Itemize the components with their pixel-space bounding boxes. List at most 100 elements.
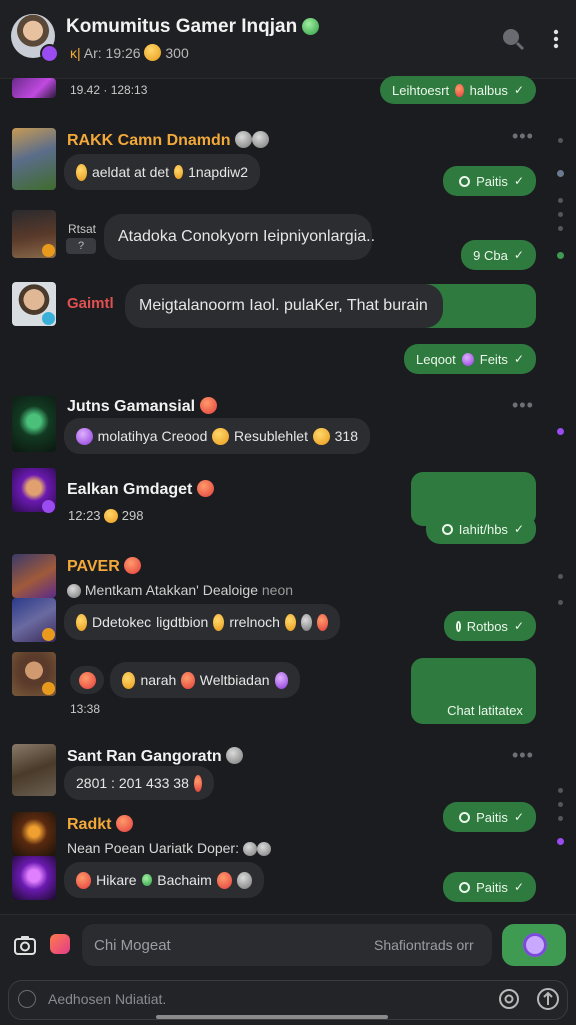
emoji-icon <box>312 427 330 445</box>
emoji-icon <box>67 584 81 598</box>
scan-icon[interactable] <box>498 988 520 1010</box>
online-badge <box>40 44 59 63</box>
home-indicator <box>156 1015 388 1019</box>
message-time: 13:38 <box>70 702 101 716</box>
online-badge <box>42 500 55 513</box>
scroll-indicator <box>558 198 563 203</box>
reply-bubble: Paitis ✓ <box>443 802 536 832</box>
heart-icon <box>78 671 96 689</box>
reply-bubble: Chat latitatex <box>434 696 536 724</box>
send-avatar-icon <box>523 933 547 957</box>
emoji-icon <box>316 613 328 631</box>
message-menu-icon[interactable]: ••• <box>512 126 534 147</box>
search-icon[interactable] <box>501 27 525 51</box>
emoji-icon <box>76 871 92 889</box>
globe-icon <box>302 18 320 35</box>
read-check-icon: ✓ <box>513 810 524 824</box>
sender-name: Rtsat <box>68 222 97 236</box>
emoji-icon <box>181 671 195 689</box>
status-icon <box>456 620 461 632</box>
scroll-indicator <box>557 428 564 435</box>
avatar[interactable] <box>12 856 56 900</box>
emoji-icon <box>256 842 271 856</box>
emoji-icon <box>124 557 142 574</box>
avatar[interactable] <box>12 128 56 190</box>
emoji-icon <box>274 671 289 689</box>
reply-bubble: Rotbos ✓ <box>444 611 536 641</box>
sender-subtitle: Nean Poean Uariatk Doper: <box>67 840 271 856</box>
smile-emoji-icon <box>144 44 162 61</box>
read-check-icon: ✓ <box>513 352 524 366</box>
sender-name: Jutns Gamansial <box>67 397 217 416</box>
status-icon <box>441 523 453 535</box>
emoji-icon <box>76 613 88 631</box>
upload-icon[interactable] <box>536 987 560 1011</box>
sender-name: PAVER <box>67 557 142 576</box>
sender-name: Radkt <box>67 815 133 834</box>
avatar[interactable] <box>12 812 56 856</box>
read-check-icon: ✓ <box>513 83 524 97</box>
scroll-indicator <box>558 802 563 807</box>
chat-header <box>0 0 576 79</box>
message-bubble: narah Weltbiadan <box>110 662 300 698</box>
emoji-icon <box>196 480 214 497</box>
status-icon <box>461 352 474 366</box>
online-badge <box>42 682 55 695</box>
message-bubble: Hikare Bachaim <box>64 862 264 898</box>
scroll-indicator <box>558 212 563 217</box>
emoji-icon <box>141 874 153 886</box>
emoji-icon <box>300 613 312 631</box>
emoji-icon <box>76 163 87 181</box>
scroll-indicator <box>558 816 563 821</box>
emoji-icon <box>193 774 202 792</box>
read-check-icon: ✓ <box>513 248 524 262</box>
avatar[interactable] <box>12 78 56 98</box>
reaction-icon <box>455 83 464 97</box>
scroll-indicator <box>558 788 563 793</box>
message-menu-icon[interactable]: ••• <box>512 745 534 766</box>
plus-icon[interactable] <box>18 990 36 1008</box>
reply-bubble: Paitis ✓ <box>443 872 536 902</box>
scroll-indicator <box>558 226 563 231</box>
emoji-icon <box>284 613 296 631</box>
message-bubble: Ddetokec ligdtbion rrelnoch <box>64 604 340 640</box>
message-bubble: 2801 : 201 433 38 <box>64 766 214 800</box>
badge-icon <box>252 131 270 148</box>
message-menu-icon[interactable]: ••• <box>512 395 534 416</box>
status-icon <box>459 881 471 893</box>
reply-bubble: Paitis ✓ <box>443 166 536 196</box>
message-time: 12:23 298 <box>68 508 144 523</box>
online-badge <box>42 628 55 641</box>
message-bubble: aeldat at det 1napdiw2 <box>64 154 260 190</box>
message-bubble: Meigtalanoorm Iaol. pulaKer, That burain <box>125 284 443 328</box>
emoji-icon <box>199 397 217 414</box>
badge-icon <box>235 131 253 148</box>
sticker-icon[interactable] <box>50 934 70 954</box>
camera-icon[interactable] <box>14 935 36 955</box>
globe-icon <box>226 747 244 764</box>
scroll-indicator <box>557 170 564 177</box>
message-bubble: molatihya Creood Resublehlet 318 <box>64 418 370 454</box>
emoji-icon <box>174 165 184 179</box>
avatar[interactable] <box>12 744 56 796</box>
emoji-icon <box>213 613 225 631</box>
emoji-icon <box>76 427 93 445</box>
read-check-icon: ✓ <box>513 619 524 633</box>
reply-bubble: Iahit/hbs ✓ <box>426 514 536 544</box>
emoji-icon <box>212 427 230 445</box>
status-icon <box>459 175 471 187</box>
scroll-indicator <box>557 252 564 259</box>
status-icon <box>459 811 471 823</box>
search-input[interactable]: Aedhosen Ndiatiat. <box>48 991 166 1007</box>
more-vert-icon[interactable] <box>550 28 562 50</box>
sender-name: Ealkan Gmdaget <box>67 480 214 499</box>
message-time: 19.42 · 128:13 <box>70 83 148 97</box>
emoji-icon <box>122 671 136 689</box>
avatar[interactable] <box>12 554 56 598</box>
reaction-icon <box>70 666 104 694</box>
scroll-indicator <box>557 838 564 845</box>
reply-bubble: Leqoot Feits ✓ <box>404 344 536 374</box>
avatar[interactable] <box>12 396 56 452</box>
input-hint: Shafiontrads orr <box>374 937 474 953</box>
sender-name: RAKK Camn Dnamdn <box>67 131 270 150</box>
